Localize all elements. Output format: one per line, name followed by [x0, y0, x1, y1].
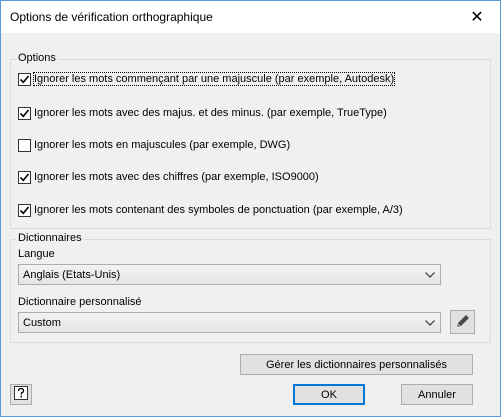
language-select[interactable]: Anglais (Etats-Unis): [18, 264, 441, 285]
help-icon: [14, 386, 28, 403]
edit-dictionary-button[interactable]: [450, 310, 475, 334]
option-row[interactable]: Ignorer les mots commençant par une maju…: [18, 71, 396, 87]
cancel-button[interactable]: Annuler: [401, 384, 473, 405]
options-group-label: Options: [16, 52, 58, 64]
option-row[interactable]: Ignorer les mots contenant des symboles …: [18, 202, 403, 218]
option-label: Ignorer les mots contenant des symboles …: [34, 204, 403, 216]
language-label: Langue: [18, 248, 55, 260]
option-row[interactable]: Ignorer les mots en majuscules (par exem…: [18, 137, 290, 153]
option-label: Ignorer les mots en majuscules (par exem…: [34, 139, 291, 151]
checkbox[interactable]: [18, 170, 31, 184]
ok-label: OK: [321, 388, 337, 401]
checkbox[interactable]: [18, 138, 31, 152]
manage-dictionaries-button[interactable]: Gérer les dictionnaires personnalisés: [240, 354, 473, 375]
option-label: Ignorer les mots avec des chiffres (par …: [34, 171, 319, 183]
title-bar: Options de vérification orthographique ✕: [1, 1, 500, 33]
custom-dictionary-value: Custom: [23, 316, 61, 329]
option-row[interactable]: Ignorer les mots avec des majus. et des …: [18, 105, 387, 121]
custom-dictionary-label: Dictionnaire personnalisé: [18, 296, 142, 308]
chevron-down-icon: [420, 319, 440, 326]
help-button[interactable]: [10, 384, 32, 405]
window-title: Options de vérification orthographique: [10, 10, 213, 24]
custom-dictionary-select[interactable]: Custom: [18, 312, 441, 333]
option-label: Ignorer les mots avec des majus. et des …: [34, 107, 387, 119]
option-row[interactable]: Ignorer les mots avec des chiffres (par …: [18, 169, 319, 185]
chevron-down-icon: [420, 271, 440, 278]
manage-dictionaries-label: Gérer les dictionnaires personnalisés: [266, 358, 447, 371]
checkbox[interactable]: [18, 106, 31, 120]
language-value: Anglais (Etats-Unis): [23, 268, 121, 281]
option-label: Ignorer les mots commençant par une maju…: [32, 72, 396, 86]
checkbox[interactable]: [18, 203, 31, 217]
close-icon: ✕: [470, 9, 484, 26]
dictionaries-group-label: Dictionnaires: [16, 232, 84, 244]
checkbox[interactable]: [18, 72, 31, 86]
close-button[interactable]: ✕: [454, 1, 500, 33]
ok-button[interactable]: OK: [293, 384, 365, 405]
spellcheck-options-dialog: Options de vérification orthographique ✕…: [0, 0, 501, 417]
cancel-label: Annuler: [418, 388, 456, 401]
pencil-icon: [455, 313, 471, 332]
